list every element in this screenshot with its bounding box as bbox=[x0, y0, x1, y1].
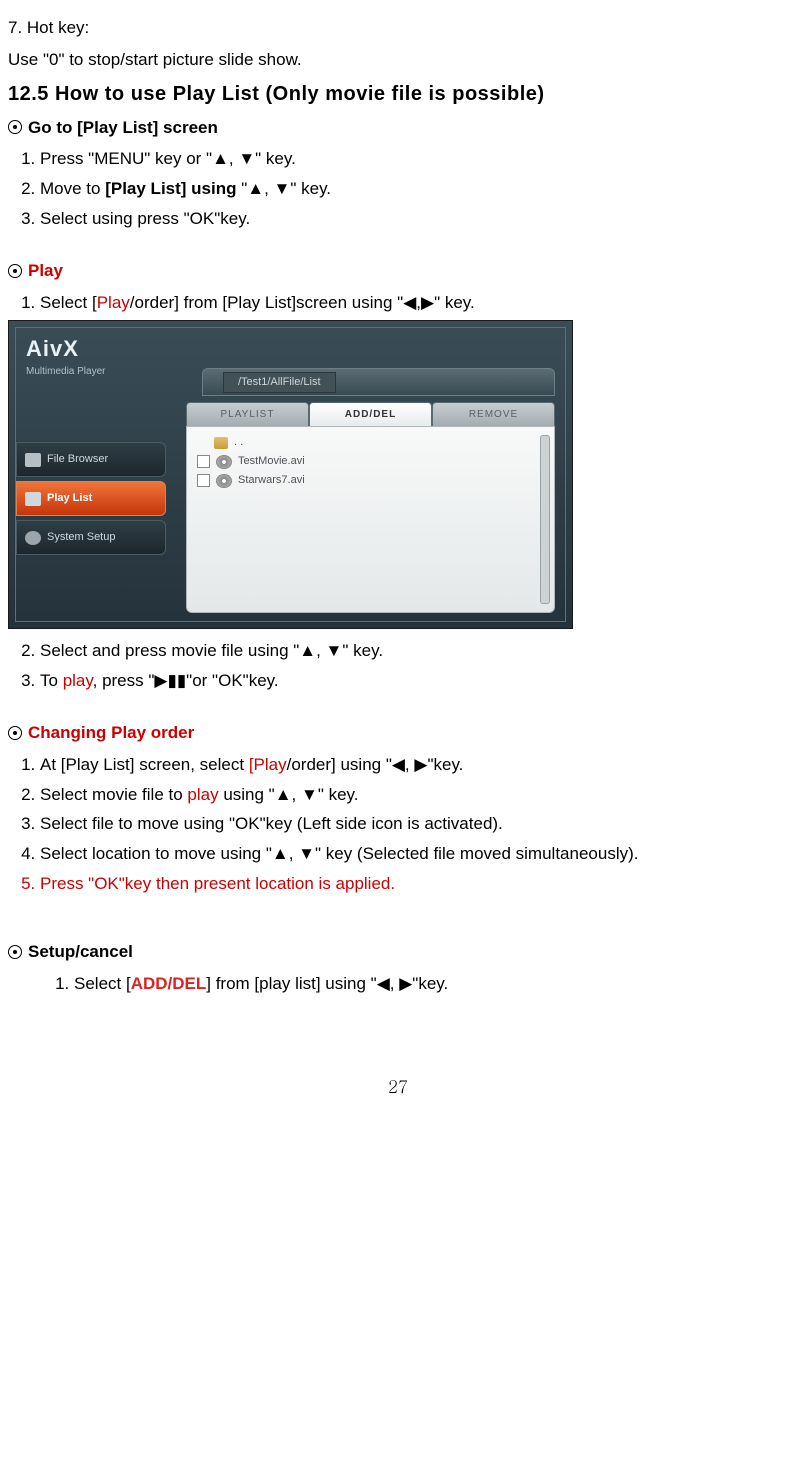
hotkey-desc: Use "0" to stop/start picture slide show… bbox=[8, 48, 788, 72]
sidebar-item-label: Play List bbox=[47, 491, 92, 506]
file-name: TestMovie.avi bbox=[238, 454, 305, 469]
gear-icon bbox=[25, 531, 41, 545]
sidebar-item-label: System Setup bbox=[47, 530, 115, 545]
bullet-icon bbox=[8, 726, 22, 740]
disc-icon bbox=[216, 474, 232, 488]
file-row[interactable]: Starwars7.avi bbox=[197, 471, 544, 490]
list-item: Press "MENU" key or "▲, ▼" key. bbox=[40, 147, 788, 171]
tab-playlist[interactable]: PLAYLIST bbox=[186, 402, 309, 428]
bullet-icon bbox=[8, 945, 22, 959]
sidebar-item-play-list[interactable]: Play List bbox=[16, 481, 166, 516]
breadcrumb-bar: /Test1/AllFile/List bbox=[202, 368, 555, 396]
list-item: At [Play List] screen, select [Play/orde… bbox=[40, 753, 788, 777]
goto-title: Go to [Play List] screen bbox=[28, 116, 218, 140]
checkbox[interactable] bbox=[197, 455, 210, 468]
app-logo: AivX Multimedia Player bbox=[16, 328, 166, 392]
list-item: Move to [Play List] using "▲, ▼" key. bbox=[40, 177, 788, 201]
list-item: Select [ADD/DEL] from [play list] using … bbox=[74, 972, 788, 996]
list-item: Select movie file to play using "▲, ▼" k… bbox=[40, 783, 788, 807]
file-row[interactable]: TestMovie.avi bbox=[197, 452, 544, 471]
file-row[interactable]: . . bbox=[197, 433, 544, 452]
list-item: Select using press "OK"key. bbox=[40, 207, 788, 231]
list-item: Select location to move using "▲, ▼" key… bbox=[40, 842, 788, 866]
tab-add-del[interactable]: ADD/DEL bbox=[309, 402, 432, 428]
folder-icon bbox=[214, 437, 228, 449]
play-title: Play bbox=[28, 259, 63, 283]
list-item: To play, press "▶▮▮"or "OK"key. bbox=[40, 669, 788, 693]
list-item: Select and press movie file using "▲, ▼"… bbox=[40, 639, 788, 663]
bullet-icon bbox=[8, 120, 22, 134]
tab-remove[interactable]: REMOVE bbox=[432, 402, 555, 428]
sidebar-item-file-browser[interactable]: File Browser bbox=[16, 442, 166, 477]
page-number: 27 bbox=[8, 1075, 788, 1099]
checkbox[interactable] bbox=[197, 474, 210, 487]
file-panel: . . TestMovie.avi Starwars7.avi bbox=[186, 426, 555, 613]
sidebar-item-system-setup[interactable]: System Setup bbox=[16, 520, 166, 555]
disc-icon bbox=[216, 455, 232, 469]
list-item: Select file to move using "OK"key (Left … bbox=[40, 812, 788, 836]
list-item: Press "OK"key then present location is a… bbox=[40, 872, 788, 896]
file-name: Starwars7.avi bbox=[238, 473, 305, 488]
bullet-icon bbox=[8, 264, 22, 278]
screenshot: AivX Multimedia Player File Browser Play… bbox=[8, 320, 573, 629]
scrollbar[interactable] bbox=[540, 435, 550, 604]
goto-steps: Press "MENU" key or "▲, ▼" key. Move to … bbox=[14, 147, 788, 230]
breadcrumb: /Test1/AllFile/List bbox=[223, 372, 336, 393]
sidebar-item-label: File Browser bbox=[47, 452, 108, 467]
hotkey-title: 7. Hot key: bbox=[8, 16, 788, 40]
section-title: 12.5 How to use Play List (Only movie fi… bbox=[8, 80, 788, 108]
setup-title: Setup/cancel bbox=[28, 940, 133, 964]
file-name: . . bbox=[234, 435, 243, 450]
list-icon bbox=[25, 492, 41, 506]
folder-icon bbox=[25, 453, 41, 467]
change-title: Changing Play order bbox=[28, 721, 194, 745]
list-item: Select [Play/order] from [Play List]scre… bbox=[40, 291, 788, 315]
